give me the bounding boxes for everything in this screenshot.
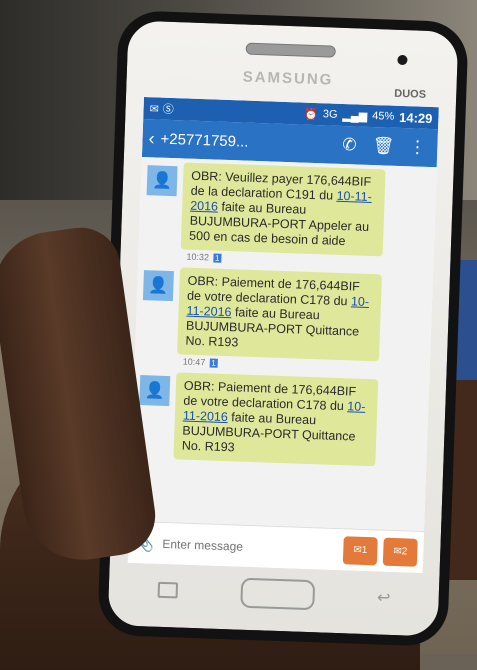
battery-level: 45% xyxy=(371,109,395,123)
phone: SAMSUNG DUOS ✉ Ⓢ ⏰ 3G ▂▄▆ 45% 14:29 ‹ +2… xyxy=(97,10,469,647)
phone-screen: ✉ Ⓢ ⏰ 3G ▂▄▆ 45% 14:29 ‹ +25771759... ✆ … xyxy=(127,97,439,574)
notification-icon: ✉ xyxy=(149,102,160,116)
message-thread[interactable]: 👤 OBR: Veuillez payer 176,644BIF de la d… xyxy=(129,156,437,532)
contact-number[interactable]: +25771759... xyxy=(160,130,329,153)
contact-avatar-icon: 👤 xyxy=(146,165,178,197)
message-item[interactable]: 👤 OBR: Paiement de 176,644BIF de votre d… xyxy=(137,371,423,468)
contact-avatar-icon: 👤 xyxy=(139,375,171,407)
skype-icon: Ⓢ xyxy=(162,103,174,117)
hardware-keys: ↩ xyxy=(126,569,422,619)
back-arrow-icon[interactable]: ‹ xyxy=(148,128,155,149)
message-text: OBR: Paiement de 176,644BIF de votre dec… xyxy=(183,378,357,414)
sim-icon: 1 xyxy=(212,253,222,263)
duos-badge: DUOS xyxy=(394,87,427,101)
brand-logo: SAMSUNG xyxy=(242,68,334,89)
signal-icon: ▂▄▆ xyxy=(342,109,368,123)
home-button[interactable] xyxy=(240,577,316,611)
back-key-icon[interactable]: ↩ xyxy=(377,587,391,607)
message-time: 10:47 xyxy=(182,356,206,368)
alarm-icon: ⏰ xyxy=(303,108,319,121)
earpiece-speaker xyxy=(245,42,336,58)
phone-icon[interactable]: ✆ xyxy=(335,135,364,156)
contact-avatar-icon: 👤 xyxy=(142,270,174,302)
message-bubble[interactable]: OBR: Paiement de 176,644BIF de votre dec… xyxy=(173,372,379,467)
front-camera xyxy=(397,54,408,66)
message-bubble[interactable]: OBR: Veuillez payer 176,644BIF de la dec… xyxy=(180,162,386,257)
message-item[interactable]: 👤 OBR: Veuillez payer 176,644BIF de la d… xyxy=(145,161,431,258)
message-text: OBR: Paiement de 176,644BIF de votre dec… xyxy=(186,273,361,309)
trash-icon[interactable]: 🗑 xyxy=(369,136,398,157)
message-item[interactable]: 👤 OBR: Paiement de 176,644BIF de votre d… xyxy=(141,266,427,363)
send-sim1-button[interactable]: ✉1 xyxy=(342,535,378,565)
network-type: 3G xyxy=(322,108,338,121)
message-time: 10:32 xyxy=(186,251,210,263)
clock: 14:29 xyxy=(398,109,433,126)
message-bubble[interactable]: OBR: Paiement de 176,644BIF de votre dec… xyxy=(177,267,382,362)
compose-bar: 📎 ✉1 ✉2 xyxy=(127,520,425,574)
recent-apps-icon[interactable] xyxy=(157,581,179,599)
message-input[interactable] xyxy=(160,535,338,558)
sim-icon: 1 xyxy=(209,357,218,368)
send-sim2-button[interactable]: ✉2 xyxy=(382,537,418,567)
more-icon[interactable]: ⋮ xyxy=(403,137,432,158)
